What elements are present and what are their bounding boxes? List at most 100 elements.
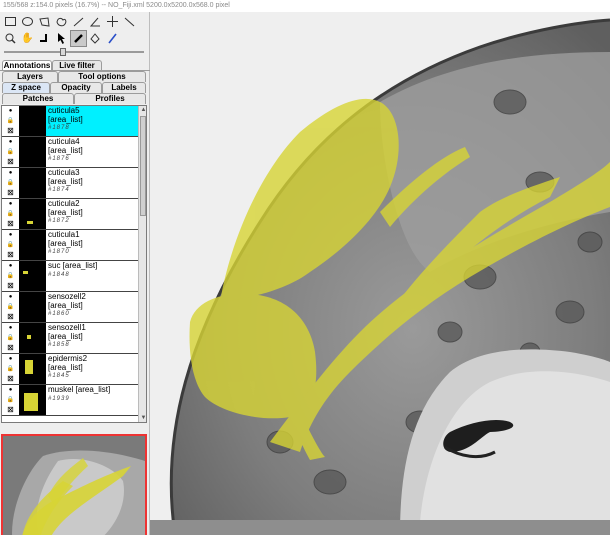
layer-name: muskel [area_list] bbox=[48, 385, 111, 394]
toolbar-row-2: ✋ bbox=[2, 30, 121, 47]
layer-icons: ● 🔒 ⊠ bbox=[2, 261, 19, 291]
image-canvas[interactable] bbox=[150, 12, 610, 535]
eye-icon[interactable]: ● bbox=[2, 137, 19, 147]
lock-icon[interactable]: 🔒 bbox=[2, 147, 19, 157]
polygon-select-icon[interactable] bbox=[36, 13, 53, 30]
layer-icons: ● 🔒 ⊠ bbox=[2, 323, 19, 353]
layer-label: cuticula5 [area_list] #1878 bbox=[46, 106, 138, 136]
eye-icon[interactable]: ● bbox=[2, 385, 19, 395]
lock-icon[interactable]: 🔒 bbox=[2, 116, 19, 126]
layer-row[interactable]: ● 🔒 ⊠ cuticula2 [area_list] #1872 bbox=[2, 199, 138, 230]
link-icon[interactable]: ⊠ bbox=[2, 157, 19, 167]
angle-icon[interactable] bbox=[87, 13, 104, 30]
link-icon[interactable]: ⊠ bbox=[2, 281, 19, 291]
lock-icon[interactable]: 🔒 bbox=[2, 209, 19, 219]
align-icon[interactable] bbox=[36, 30, 53, 47]
layer-row[interactable]: ● 🔒 ⊠ cuticula3 [area_list] #1874 bbox=[2, 168, 138, 199]
eye-icon[interactable]: ● bbox=[2, 261, 19, 271]
layer-thumbnail bbox=[19, 199, 46, 229]
layer-row[interactable]: ● 🔒 ⊠ epidermis2 [area_list] #1845 bbox=[2, 354, 138, 385]
layer-row[interactable]: ● 🔒 ⊠ cuticula1 [area_list] #1870 bbox=[2, 230, 138, 261]
layer-type: [area_list] bbox=[48, 176, 83, 186]
navigator-minimap[interactable] bbox=[1, 434, 147, 535]
link-icon[interactable]: ⊠ bbox=[2, 312, 19, 322]
slider-thumb[interactable] bbox=[60, 48, 66, 56]
layer-row[interactable]: ● 🔒 ⊠ sensozell2 [area_list] #1860 bbox=[2, 292, 138, 323]
tab-opacity[interactable]: Opacity bbox=[50, 82, 102, 93]
tab-patches[interactable]: Patches bbox=[2, 93, 74, 104]
link-icon[interactable]: ⊠ bbox=[2, 374, 19, 384]
tab-tool-options[interactable]: Tool options bbox=[58, 71, 146, 82]
hand-pan-icon[interactable]: ✋ bbox=[19, 30, 36, 47]
link-icon[interactable]: ⊠ bbox=[2, 250, 19, 260]
tab-profiles[interactable]: Profiles bbox=[74, 93, 146, 104]
layer-row[interactable]: ● 🔒 ⊠ cuticula5 [area_list] #1878 bbox=[2, 106, 138, 137]
layer-thumbnail bbox=[19, 261, 46, 291]
link-icon[interactable]: ⊠ bbox=[2, 126, 19, 136]
lock-icon[interactable]: 🔒 bbox=[2, 178, 19, 188]
arrow-select-icon[interactable] bbox=[53, 30, 70, 47]
layer-list-scrollbar[interactable]: ▲ ▼ bbox=[138, 106, 146, 422]
brush-icon[interactable] bbox=[104, 30, 121, 47]
lock-icon[interactable]: 🔒 bbox=[2, 333, 19, 343]
point-icon[interactable] bbox=[104, 13, 121, 30]
layer-label: cuticula4 [area_list] #1876 bbox=[46, 137, 138, 167]
tab-layers[interactable]: Layers bbox=[2, 71, 58, 82]
eye-icon[interactable]: ● bbox=[2, 292, 19, 302]
link-icon[interactable]: ⊠ bbox=[2, 219, 19, 229]
link-icon[interactable]: ⊠ bbox=[2, 405, 19, 415]
brush-size-slider[interactable] bbox=[4, 48, 144, 56]
fill-icon[interactable] bbox=[87, 30, 104, 47]
lock-icon[interactable]: 🔒 bbox=[2, 240, 19, 250]
eye-icon[interactable]: ● bbox=[2, 168, 19, 178]
eye-icon[interactable]: ● bbox=[2, 106, 19, 116]
layer-id: #1870 bbox=[48, 249, 70, 255]
scrollbar-thumb[interactable] bbox=[140, 116, 146, 216]
scroll-up-icon[interactable]: ▲ bbox=[139, 106, 146, 114]
layer-row[interactable]: ● 🔒 ⊠ suc [area_list] #1848 bbox=[2, 261, 138, 292]
layer-type: [area_list] bbox=[48, 300, 83, 310]
lock-icon[interactable]: 🔒 bbox=[2, 271, 19, 281]
scroll-down-icon[interactable]: ▼ bbox=[139, 414, 146, 422]
layer-thumbnail bbox=[19, 230, 46, 260]
eye-icon[interactable]: ● bbox=[2, 230, 19, 240]
layer-id: #1872 bbox=[48, 218, 70, 224]
oval-select-icon[interactable] bbox=[19, 13, 36, 30]
layer-type: [area_list] bbox=[48, 331, 83, 341]
em-section-image bbox=[150, 12, 610, 535]
link-icon[interactable]: ⊠ bbox=[2, 343, 19, 353]
eye-icon[interactable]: ● bbox=[2, 199, 19, 209]
tab-labels[interactable]: Labels bbox=[102, 82, 146, 93]
lock-icon[interactable]: 🔒 bbox=[2, 364, 19, 374]
wand-icon[interactable] bbox=[121, 13, 138, 30]
layer-id: #1939 bbox=[48, 395, 70, 402]
layer-type: [area_list] bbox=[48, 238, 83, 248]
layer-row[interactable]: ● 🔒 ⊠ cuticula4 [area_list] #1876 bbox=[2, 137, 138, 168]
layer-id: #1876 bbox=[48, 156, 70, 162]
pen-icon[interactable] bbox=[70, 30, 87, 47]
freehand-select-icon[interactable] bbox=[53, 13, 70, 30]
rectangle-select-icon[interactable] bbox=[2, 13, 19, 30]
layer-thumbnail bbox=[19, 168, 46, 198]
tab-z-space[interactable]: Z space bbox=[2, 82, 50, 93]
layer-row[interactable]: ● 🔒 ⊠ sensozell1 [area_list] #1858 bbox=[2, 323, 138, 354]
line-icon[interactable] bbox=[70, 13, 87, 30]
lock-icon[interactable]: 🔒 bbox=[2, 302, 19, 312]
layer-label: epidermis2 [area_list] #1845 bbox=[46, 354, 138, 384]
minimap-image bbox=[3, 436, 145, 535]
slider-track bbox=[4, 51, 144, 53]
layer-icons: ● 🔒 ⊠ bbox=[2, 168, 19, 198]
layer-type: [area_list] bbox=[48, 114, 83, 124]
link-icon[interactable]: ⊠ bbox=[2, 188, 19, 198]
layer-thumbnail bbox=[19, 354, 46, 384]
zoom-icon[interactable] bbox=[2, 30, 19, 47]
layer-name: suc [area_list] bbox=[48, 261, 98, 270]
layer-row[interactable]: ● 🔒 ⊠ muskel [area_list] #1939 bbox=[2, 385, 138, 416]
eye-icon[interactable]: ● bbox=[2, 323, 19, 333]
eye-icon[interactable]: ● bbox=[2, 354, 19, 364]
lock-icon[interactable]: 🔒 bbox=[2, 395, 19, 405]
layer-thumbnail bbox=[19, 106, 46, 136]
layer-id: #1845 bbox=[48, 373, 70, 379]
window-title: 155/568 z:154.0 pixels (16.7%) -- NO_Fij… bbox=[0, 0, 610, 12]
layer-type: [area_list] bbox=[48, 207, 83, 217]
